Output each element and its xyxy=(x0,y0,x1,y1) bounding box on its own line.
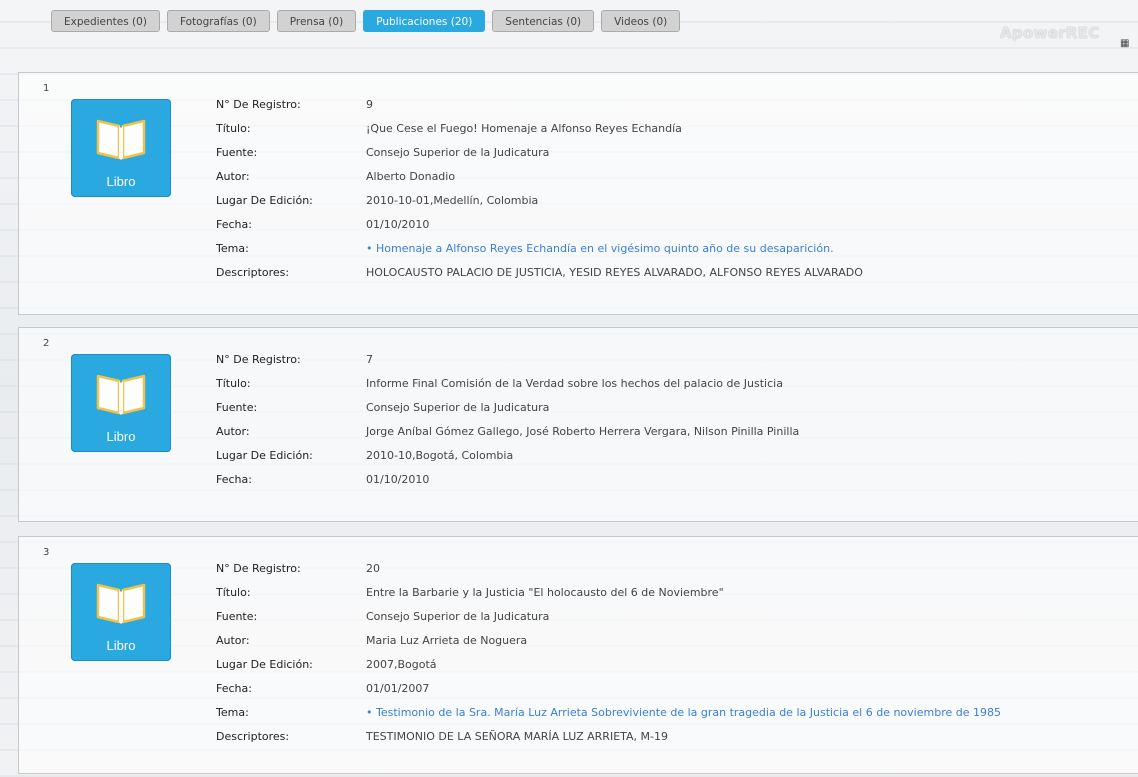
open-book-icon xyxy=(96,119,146,160)
fuente-value: Consejo Superior de la Judicatura xyxy=(366,146,550,159)
book-label: Libro xyxy=(106,638,136,653)
book-tile[interactable]: Libro xyxy=(71,354,171,452)
autor-value: Jorge Aníbal Gómez Gallego, José Roberto… xyxy=(366,425,800,438)
tab-publicaciones[interactable]: Publicaciones (20) xyxy=(363,10,486,32)
publication-card: 2 Libro N° De Registro: 7 Título: Informe … xyxy=(18,327,1138,522)
registro-value: 20 xyxy=(366,562,380,575)
descriptores-value: TESTIMONIO DE LA SEÑORA MARÍA LUZ ARRIET… xyxy=(366,730,668,743)
record-index: 3 xyxy=(43,547,50,558)
fuente-label: Fuente: xyxy=(216,146,258,159)
fuente-label: Fuente: xyxy=(216,401,258,414)
descriptores-label: Descriptores: xyxy=(216,730,290,743)
tab-fotografias[interactable]: Fotografías (0) xyxy=(166,10,270,32)
fecha-value: 01/10/2010 xyxy=(366,218,430,231)
open-book-icon xyxy=(96,583,146,624)
autor-value: Maria Luz Arrieta de Noguera xyxy=(366,634,528,647)
recorder-watermark: ApowerREC xyxy=(1000,24,1100,42)
tema-label: Tema: xyxy=(216,706,249,719)
registro-value: 7 xyxy=(366,353,373,366)
open-book-icon xyxy=(96,374,146,415)
autor-label: Autor: xyxy=(216,634,250,647)
tab-prensa[interactable]: Prensa (0) xyxy=(276,10,357,32)
lugar-label: Lugar De Edición: xyxy=(216,194,313,207)
titulo-label: Título: xyxy=(216,377,251,390)
tema-link[interactable]: • Homenaje a Alfonso Reyes Echandía en e… xyxy=(366,239,834,259)
tab-expedientes[interactable]: Expedientes (0) xyxy=(51,10,160,32)
lugar-value: 2010-10-01,Medellín, Colombia xyxy=(366,194,539,207)
descriptores-label: Descriptores: xyxy=(216,266,290,279)
autor-label: Autor: xyxy=(216,170,250,183)
lugar-value: 2010-10,Bogotá, Colombia xyxy=(366,449,514,462)
lugar-value: 2007,Bogotá xyxy=(366,658,437,671)
registro-value: 9 xyxy=(366,98,373,111)
book-tile[interactable]: Libro xyxy=(71,563,171,661)
fecha-label: Fecha: xyxy=(216,682,252,695)
publication-card: 3 Libro N° De Registro: 20 Título: Entre l… xyxy=(18,536,1138,774)
book-label: Libro xyxy=(106,429,136,444)
registro-label: N° De Registro: xyxy=(216,562,301,575)
tema-link[interactable]: • Testimonio de la Sra. María Luz Arriet… xyxy=(366,703,1001,723)
fecha-label: Fecha: xyxy=(216,473,252,486)
autor-label: Autor: xyxy=(216,425,250,438)
fuente-value: Consejo Superior de la Judicatura xyxy=(366,610,550,623)
registro-label: N° De Registro: xyxy=(216,98,301,111)
grid-icon: ▦ xyxy=(1120,38,1130,49)
lugar-label: Lugar De Edición: xyxy=(216,658,313,671)
titulo-value: ¡Que Cese el Fuego! Homenaje a Alfonso R… xyxy=(366,122,682,135)
book-label: Libro xyxy=(106,174,136,189)
fuente-value: Consejo Superior de la Judicatura xyxy=(366,401,550,414)
record-index: 1 xyxy=(43,83,50,94)
publication-card: 1 Libro N° De Registro: 9 Título: ¡Que Ces… xyxy=(18,72,1138,315)
autor-value: Alberto Donadio xyxy=(366,170,456,183)
fuente-label: Fuente: xyxy=(216,610,258,623)
titulo-value: Informe Final Comisión de la Verdad sobr… xyxy=(366,377,783,390)
descriptores-value: HOLOCAUSTO PALACIO DE JUSTICIA, YESID RE… xyxy=(366,266,863,279)
fecha-value: 01/10/2010 xyxy=(366,473,430,486)
book-tile[interactable]: Libro xyxy=(71,99,171,197)
titulo-label: Título: xyxy=(216,586,251,599)
tab-videos[interactable]: Videos (0) xyxy=(601,10,681,32)
record-index: 2 xyxy=(43,338,50,349)
titulo-label: Título: xyxy=(216,122,251,135)
fecha-value: 01/01/2007 xyxy=(366,682,430,695)
tab-sentencias[interactable]: Sentencias (0) xyxy=(492,10,595,32)
lugar-label: Lugar De Edición: xyxy=(216,449,313,462)
tema-label: Tema: xyxy=(216,242,249,255)
titulo-value: Entre la Barbarie y la Justicia "El holo… xyxy=(366,586,724,599)
fecha-label: Fecha: xyxy=(216,218,252,231)
category-tabs: Expedientes (0) Fotografías (0) Prensa (… xyxy=(51,10,681,32)
registro-label: N° De Registro: xyxy=(216,353,301,366)
